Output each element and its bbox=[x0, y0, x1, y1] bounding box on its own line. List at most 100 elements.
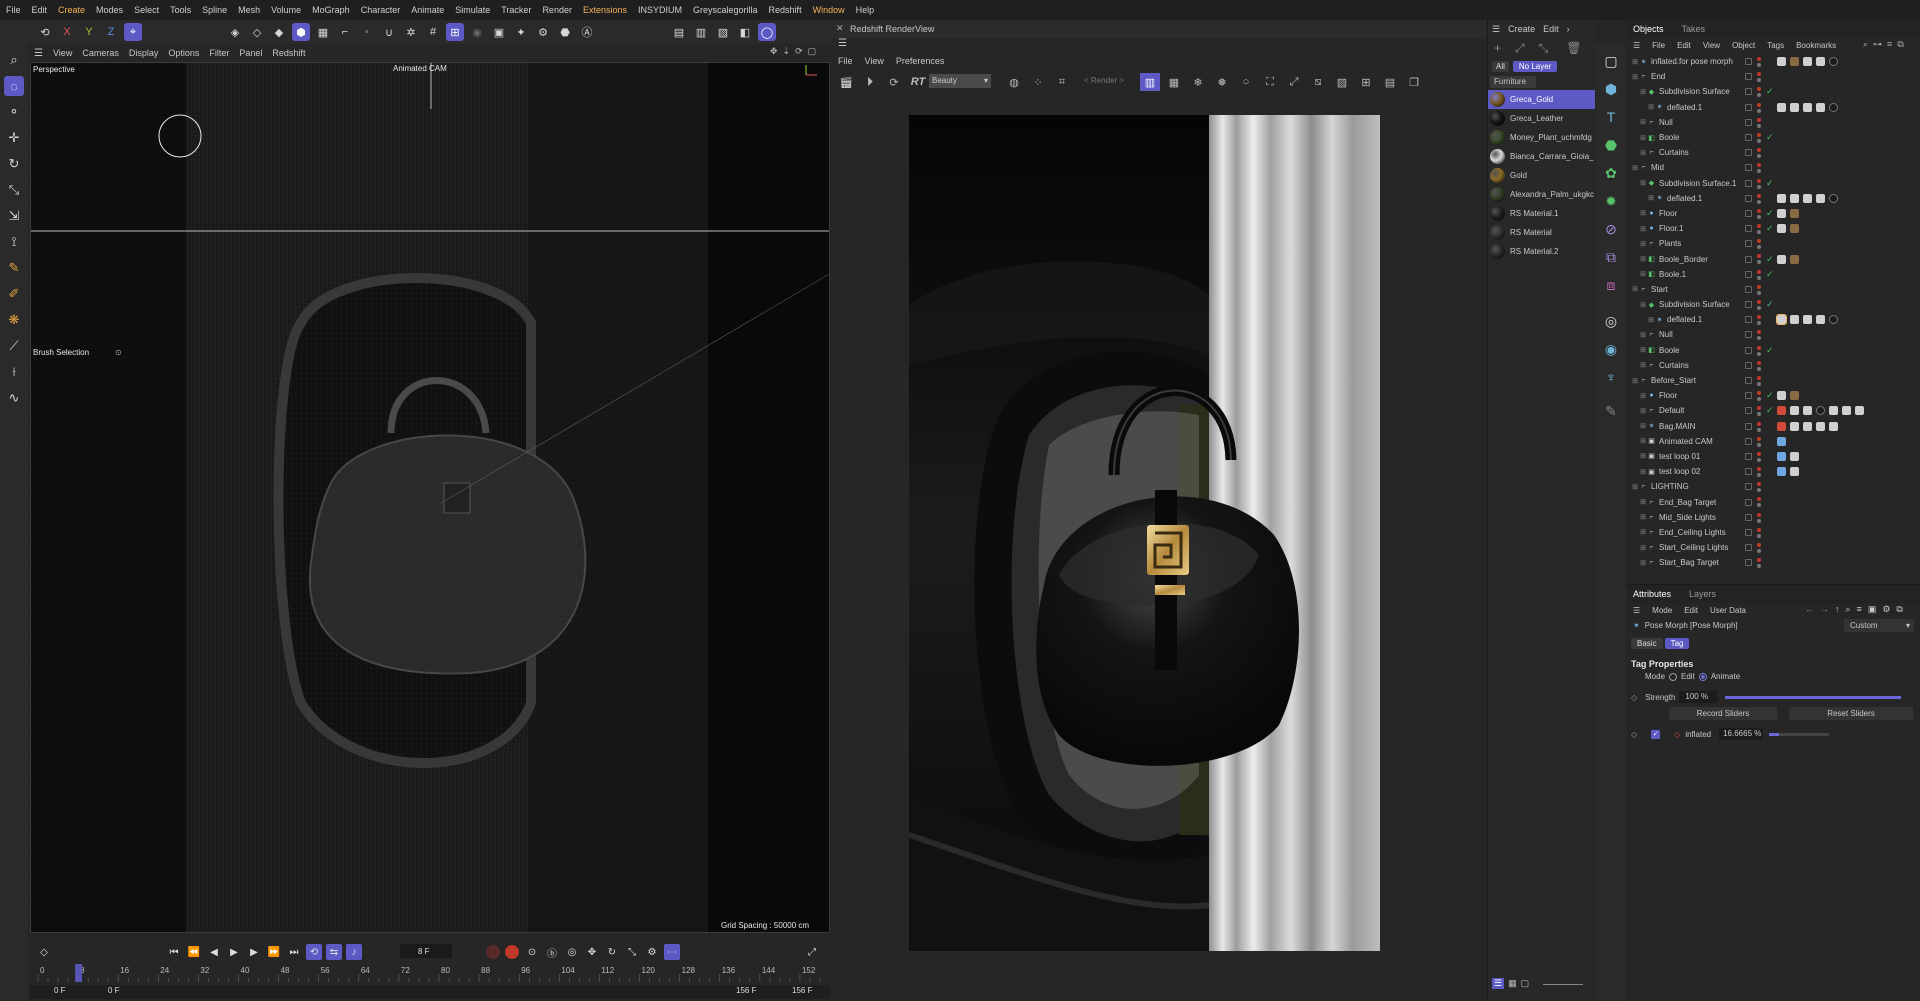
field-icon[interactable]: ⊘ bbox=[1600, 218, 1622, 240]
object-row[interactable]: ⊞ ◧ Boole.1 ✓ bbox=[1627, 267, 1920, 282]
object-row[interactable]: ⊞ ● Floor.1 ✓ bbox=[1627, 221, 1920, 236]
axis-mode-icon[interactable]: ⌐ bbox=[336, 23, 354, 41]
sound-icon[interactable]: ♪ bbox=[346, 944, 362, 960]
expand-toggle-icon[interactable]: ⊞ bbox=[1639, 452, 1647, 460]
editor-visibility-dot[interactable] bbox=[1757, 102, 1761, 107]
rotation-key-icon[interactable]: ↻ bbox=[604, 944, 620, 960]
expand-toggle-icon[interactable]: ⊞ bbox=[1639, 559, 1647, 567]
object-name[interactable]: Subdivision Surface.1 bbox=[1659, 179, 1736, 188]
object-row[interactable]: ⊞ ● Floor ✓ bbox=[1627, 206, 1920, 221]
enabled-check-icon[interactable]: ✓ bbox=[1766, 208, 1774, 219]
strength-field[interactable]: 100 % bbox=[1679, 691, 1718, 703]
tag-icon[interactable] bbox=[1816, 102, 1825, 112]
material-item[interactable]: RS Material.1 bbox=[1488, 204, 1595, 223]
render-visibility-dot[interactable] bbox=[1757, 366, 1761, 371]
render-view-icon[interactable]: ✦ bbox=[512, 23, 530, 41]
generator-icon[interactable]: ⬣ bbox=[1600, 134, 1622, 156]
camera-icon[interactable]: ◉ bbox=[1600, 338, 1622, 360]
object-row[interactable]: ⊞ ✶ deflated.1 bbox=[1627, 191, 1920, 206]
viewport-menu-display[interactable]: Display bbox=[129, 48, 159, 58]
editor-visibility-dot[interactable] bbox=[1757, 558, 1761, 563]
object-name[interactable]: Mid bbox=[1651, 163, 1664, 172]
expand-toggle-icon[interactable]: ⊞ bbox=[1639, 392, 1647, 400]
object-row[interactable]: ⊞ ▣ test loop 02 bbox=[1627, 464, 1920, 479]
object-name[interactable]: Null bbox=[1659, 118, 1673, 127]
text-icon[interactable]: T bbox=[1600, 106, 1622, 128]
object-name[interactable]: Mid_Side Lights bbox=[1659, 513, 1716, 522]
pla-key-icon[interactable]: ⋯ bbox=[664, 944, 680, 960]
search-icon[interactable]: ⌕ bbox=[1846, 604, 1851, 615]
object-row[interactable]: ⊞ ● Floor ✓ bbox=[1627, 388, 1920, 403]
expand-toggle-icon[interactable]: ⊞ bbox=[1639, 225, 1647, 233]
tile-view-icon[interactable]: ▢ bbox=[1521, 978, 1530, 989]
editor-visibility-dot[interactable] bbox=[1757, 345, 1761, 350]
editor-visibility-dot[interactable] bbox=[1757, 193, 1761, 198]
editor-visibility-dot[interactable] bbox=[1757, 451, 1761, 456]
render-visibility-dot[interactable] bbox=[1757, 245, 1761, 250]
editor-visibility-dot[interactable] bbox=[1757, 436, 1761, 441]
object-row[interactable]: ⊞ ◆ Subdivision Surface ✓ bbox=[1627, 84, 1920, 99]
close-icon[interactable]: ✕ bbox=[836, 23, 844, 34]
menu-render[interactable]: Render bbox=[542, 5, 572, 15]
editor-visibility-dot[interactable] bbox=[1757, 284, 1761, 289]
menu-character[interactable]: Character bbox=[361, 5, 401, 15]
render-play-icon[interactable]: ⏵ bbox=[860, 73, 880, 91]
current-frame-field[interactable]: 8 F bbox=[400, 944, 452, 958]
expand-toggle-icon[interactable]: ⊞ bbox=[1631, 377, 1639, 385]
tag-icon[interactable] bbox=[1803, 421, 1812, 431]
perspective-viewport[interactable]: Perspective Animated CAM Brush Selection… bbox=[30, 62, 830, 933]
layer-icon[interactable] bbox=[1745, 392, 1752, 400]
material-icon[interactable]: ⬣ bbox=[556, 23, 574, 41]
render-visibility-dot[interactable] bbox=[1757, 412, 1761, 417]
object-name[interactable]: Boole bbox=[1659, 133, 1679, 142]
render-frame-icon[interactable]: ▤ bbox=[670, 23, 688, 41]
expand-toggle-icon[interactable]: ⊞ bbox=[1639, 331, 1647, 339]
editor-visibility-dot[interactable] bbox=[1757, 57, 1761, 61]
attributes-hamburger-icon[interactable]: ☰ bbox=[1633, 606, 1640, 615]
viewport-menu-cameras[interactable]: Cameras bbox=[82, 48, 119, 58]
render-visibility-dot[interactable] bbox=[1757, 260, 1761, 265]
redshift-icon[interactable]: Ⓐ bbox=[578, 23, 596, 41]
pen-icon[interactable]: ✎ bbox=[1600, 400, 1622, 422]
tag-icon[interactable] bbox=[1816, 421, 1825, 431]
menu-animate[interactable]: Animate bbox=[411, 5, 444, 15]
layer-icon[interactable] bbox=[1745, 58, 1752, 66]
enabled-check-icon[interactable]: ✓ bbox=[1766, 132, 1774, 143]
object-name[interactable]: deflated.1 bbox=[1667, 103, 1702, 112]
object-row[interactable]: ⊞ ✶ inflated.for pose morph bbox=[1627, 54, 1920, 69]
expand-toggle-icon[interactable]: ⊞ bbox=[1631, 58, 1639, 66]
render-visibility-dot[interactable] bbox=[1757, 63, 1761, 67]
morph-enable-checkbox[interactable]: ✓ bbox=[1651, 729, 1661, 739]
editor-visibility-dot[interactable] bbox=[1757, 315, 1761, 320]
measure-icon[interactable]: ⟊ bbox=[4, 362, 24, 382]
object-name[interactable]: Subdivision Surface bbox=[1659, 87, 1730, 96]
tag-icon[interactable] bbox=[1790, 57, 1799, 67]
viewport-menu-panel[interactable]: Panel bbox=[239, 48, 262, 58]
tag-icon[interactable] bbox=[1777, 451, 1786, 461]
expand-toggle-icon[interactable]: ⊞ bbox=[1639, 255, 1647, 263]
object-name[interactable]: Start bbox=[1651, 285, 1668, 294]
refresh-icon[interactable]: ⟳ bbox=[884, 73, 904, 91]
tag-icon[interactable] bbox=[1816, 406, 1825, 416]
enabled-check-icon[interactable]: ✓ bbox=[1766, 254, 1774, 265]
tag-icon[interactable] bbox=[1790, 451, 1799, 461]
copy-icon[interactable]: ❐ bbox=[1404, 73, 1424, 91]
layer-icon[interactable] bbox=[1745, 498, 1752, 506]
model-mode-icon[interactable]: ⬢ bbox=[292, 23, 310, 41]
object-row[interactable]: ⊞ ⌐ Mid_Side Lights bbox=[1627, 510, 1920, 525]
tag-icon[interactable] bbox=[1777, 102, 1786, 112]
tag-icon[interactable] bbox=[1842, 406, 1851, 416]
layer-icon[interactable] bbox=[1745, 346, 1752, 354]
render-visibility-dot[interactable] bbox=[1757, 321, 1761, 326]
render-visibility-dot[interactable] bbox=[1757, 564, 1761, 569]
object-name[interactable]: Before_Start bbox=[1651, 376, 1696, 385]
effector-icon[interactable]: ⧉ bbox=[1600, 246, 1622, 268]
enabled-check-icon[interactable]: ✓ bbox=[1766, 86, 1774, 97]
layer-icon[interactable] bbox=[1745, 149, 1752, 157]
tag-icon[interactable] bbox=[1777, 208, 1786, 218]
editor-visibility-dot[interactable] bbox=[1757, 467, 1761, 472]
tab-layers[interactable]: Layers bbox=[1689, 589, 1716, 599]
tag-icon[interactable] bbox=[1777, 406, 1786, 416]
viewport-menu-redshift[interactable]: Redshift bbox=[272, 48, 305, 58]
object-name[interactable]: Floor bbox=[1659, 209, 1677, 218]
